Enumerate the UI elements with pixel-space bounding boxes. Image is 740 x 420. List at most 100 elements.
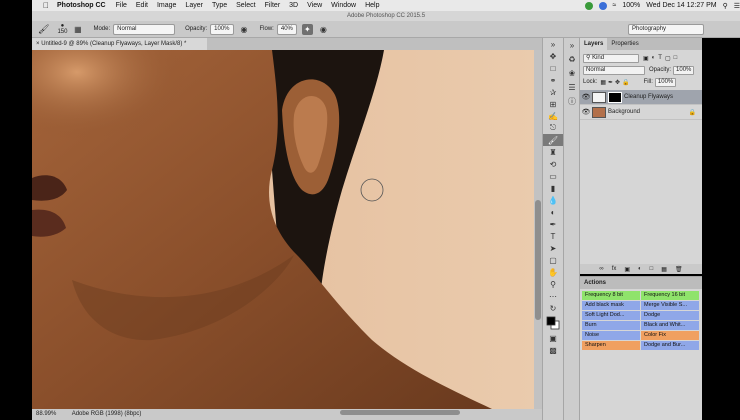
lock-all-icon[interactable]: 🔒 [622, 79, 629, 86]
vertical-scrollbar[interactable] [534, 50, 542, 409]
menu-edit[interactable]: Edit [136, 2, 148, 9]
notification-center-icon[interactable]: ☰ [734, 2, 740, 10]
dropbox-icon[interactable] [598, 1, 607, 10]
vertical-scroll-thumb[interactable] [535, 200, 541, 320]
lock-image-icon[interactable]: ✒ [608, 79, 613, 86]
app-menu[interactable]: Photoshop CC [57, 2, 106, 9]
brush-tool-icon-selected[interactable]: 🖌 [543, 134, 563, 146]
battery-text[interactable]: 100% [622, 2, 640, 9]
properties-panel-icon[interactable]: ☰ [564, 80, 580, 94]
layer-name[interactable]: Background [608, 109, 689, 115]
flow-field[interactable]: 40% [276, 23, 297, 35]
document-canvas[interactable] [32, 50, 534, 409]
info-panel-icon[interactable]: ⓘ [564, 94, 580, 108]
quick-select-tool-icon[interactable]: ✰ [543, 86, 563, 98]
menu-view[interactable]: View [307, 2, 322, 9]
brush-preset-picker[interactable]: ● 150 [57, 23, 67, 35]
status-app-icon[interactable] [584, 1, 593, 10]
brush-tool-icon[interactable]: 🖌 [38, 24, 49, 35]
zoom-tool-icon[interactable]: ⚲ [543, 278, 563, 290]
visibility-eye-icon[interactable]: 👁 [580, 93, 592, 101]
menu-select[interactable]: Select [236, 2, 255, 9]
lock-transparent-icon[interactable]: ▦ [600, 79, 606, 86]
swap-colors-icon[interactable]: ↻ [543, 302, 563, 314]
pressure-opacity-icon[interactable]: ◉ [239, 24, 250, 35]
lasso-tool-icon[interactable]: ⚭ [543, 74, 563, 86]
filter-smart-icon[interactable]: □ [674, 55, 678, 61]
quick-mask-icon[interactable]: ▣ [543, 332, 563, 344]
path-select-tool-icon[interactable]: ➤ [543, 242, 563, 254]
menu-window[interactable]: Window [331, 2, 356, 9]
layer-opacity-field[interactable]: 100% [673, 65, 695, 75]
layer-row-cleanup-flyaways[interactable]: 👁 Cleanup Flyaways [580, 90, 702, 105]
shape-tool-icon[interactable]: ▢ [543, 254, 563, 266]
action-button[interactable]: Burn [582, 321, 640, 330]
color-swatches[interactable] [543, 314, 563, 332]
screen-mode-icon[interactable]: ▩ [543, 344, 563, 356]
history-brush-tool-icon[interactable]: ⟲ [543, 158, 563, 170]
layer-filter-kind[interactable]: ⚲ Kind [583, 53, 639, 63]
more-tools-icon[interactable]: ⋯ [543, 290, 563, 302]
menu-filter[interactable]: Filter [265, 2, 281, 9]
action-button[interactable]: Dodge and Bur... [641, 341, 699, 350]
healing-brush-tool-icon[interactable]: ⎋ [543, 122, 563, 134]
hand-tool-icon[interactable]: ✋ [543, 266, 563, 278]
panel-collapse-icon[interactable]: » [543, 38, 563, 50]
spotlight-icon[interactable]: ⚲ [723, 2, 728, 10]
airbrush-icon[interactable]: ✦ [301, 23, 313, 35]
strip-collapse-icon[interactable]: » [564, 38, 580, 52]
blend-mode-select[interactable]: Normal [583, 65, 645, 75]
fill-field[interactable]: 100% [654, 77, 677, 87]
clone-stamp-tool-icon[interactable]: ♜ [543, 146, 563, 158]
blur-tool-icon[interactable]: 💧 [543, 194, 563, 206]
zoom-level[interactable]: 88.99% [36, 411, 56, 417]
wifi-icon[interactable]: ≈ [613, 2, 617, 9]
dodge-tool-icon[interactable]: ◐ [543, 206, 563, 218]
delete-layer-icon[interactable]: 🗑 [675, 266, 683, 273]
action-button[interactable]: Sharpen [582, 341, 640, 350]
action-button[interactable]: Noise [582, 331, 640, 340]
filter-adjustment-icon[interactable]: ◐ [652, 55, 656, 61]
action-button[interactable]: Black and Whit... [641, 321, 699, 330]
layer-mask-thumbnail[interactable] [608, 91, 622, 103]
mode-select[interactable]: Normal [113, 23, 176, 35]
filter-shape-icon[interactable]: ▢ [665, 55, 671, 62]
layer-name[interactable]: Cleanup Flyaways [624, 94, 673, 100]
document-tab[interactable]: × Untitled-9 @ 89% (Cleanup Flyaways, La… [32, 38, 207, 50]
move-tool-icon[interactable]: ✥ [543, 50, 563, 62]
history-panel-icon[interactable]: ♻ [564, 52, 580, 66]
type-tool-icon[interactable]: T [543, 230, 563, 242]
brush-settings-panel-icon[interactable]: ❀ [564, 66, 580, 80]
new-group-icon[interactable]: □ [650, 266, 654, 272]
menu-type[interactable]: Type [212, 2, 227, 9]
action-button[interactable]: Color Fix [641, 331, 699, 340]
gradient-tool-icon[interactable]: ▮ [543, 182, 563, 194]
crop-tool-icon[interactable]: ⊞ [543, 98, 563, 110]
tab-properties[interactable]: Properties [607, 38, 642, 50]
layer-row-background[interactable]: 👁 Background 🔒 [580, 105, 702, 120]
menu-layer[interactable]: Layer [185, 2, 203, 9]
marquee-tool-icon[interactable]: □ [543, 62, 563, 74]
apple-menu-icon[interactable]:  [43, 1, 49, 10]
action-button[interactable]: Frequency 8 bit [582, 291, 640, 300]
workspace-select[interactable]: Photography [628, 24, 704, 35]
pressure-size-icon[interactable]: ◉ [318, 24, 329, 35]
datetime-text[interactable]: Wed Dec 14 12:27 PM [646, 2, 716, 9]
adjustment-layer-icon[interactable]: ◐ [638, 266, 642, 272]
menu-file[interactable]: File [116, 2, 127, 9]
eyedropper-tool-icon[interactable]: ✍ [543, 110, 563, 122]
action-button[interactable]: Dodge [641, 311, 699, 320]
add-mask-icon[interactable]: ▣ [624, 266, 630, 273]
action-button[interactable]: Merge Visible S... [641, 301, 699, 310]
filter-pixel-icon[interactable]: ▣ [643, 55, 649, 62]
new-layer-icon[interactable]: ▦ [661, 266, 667, 273]
pen-tool-icon[interactable]: ✒ [543, 218, 563, 230]
action-button[interactable]: Soft Light Dod... [582, 311, 640, 320]
action-button[interactable]: Frequency 16 bit [641, 291, 699, 300]
layer-style-icon[interactable]: fx [612, 266, 617, 272]
eraser-tool-icon[interactable]: ▭ [543, 170, 563, 182]
menu-3d[interactable]: 3D [289, 2, 298, 9]
visibility-eye-icon[interactable]: 👁 [580, 108, 592, 116]
horizontal-scroll-thumb[interactable] [340, 410, 460, 415]
brush-panel-toggle-icon[interactable]: ▦ [72, 24, 83, 35]
